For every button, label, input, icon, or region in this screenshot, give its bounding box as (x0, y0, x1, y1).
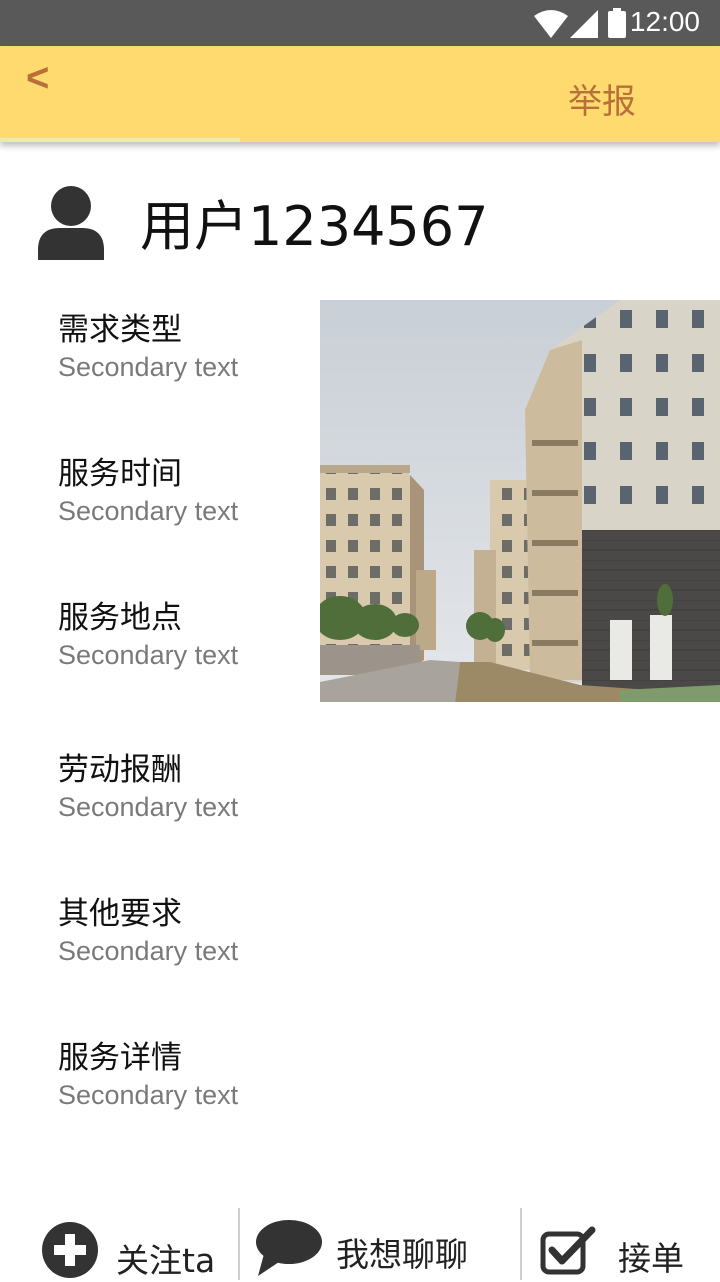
detail-item-demand-type: 需求类型 Secondary text (58, 310, 238, 384)
bottom-action-bar: 关注ta 我想聊聊 接单 (0, 1200, 720, 1280)
report-button[interactable]: 举报 (568, 74, 636, 123)
detail-item-payment: 劳动报酬 Secondary text (58, 750, 238, 824)
username: 用户1234567 (140, 195, 489, 258)
top-app-bar: < 举报 (0, 46, 720, 142)
detail-label: 劳动报酬 (58, 752, 182, 788)
detail-label: 服务详情 (58, 1040, 182, 1076)
detail-value: Secondary text (58, 496, 239, 526)
battery-icon (608, 8, 626, 38)
back-button[interactable]: < (26, 56, 49, 101)
detail-label: 服务地点 (58, 600, 182, 636)
chat-button[interactable]: 我想聊聊 (240, 1200, 520, 1280)
detail-value: Secondary text (58, 352, 239, 382)
follow-label: 关注ta (116, 1241, 216, 1280)
speech-bubble-icon (256, 1220, 322, 1276)
person-icon (38, 186, 104, 260)
detail-item-service-time: 服务时间 Secondary text (58, 454, 238, 528)
detail-item-service-details: 服务详情 Secondary text (58, 1038, 238, 1112)
detail-label: 需求类型 (58, 312, 182, 348)
apartment-photo-image (320, 300, 720, 702)
status-time: 12:00 (629, 6, 700, 37)
detail-value: Secondary text (58, 936, 239, 966)
checkbox-icon (540, 1226, 596, 1275)
accept-order-button[interactable]: 接单 (522, 1200, 720, 1280)
plus-circle-icon (42, 1222, 98, 1278)
detail-value: Secondary text (58, 1080, 239, 1110)
detail-label: 其他要求 (58, 896, 182, 932)
detail-value: Secondary text (58, 792, 239, 822)
wifi-icon (534, 10, 568, 38)
detail-item-service-location: 服务地点 Secondary text (58, 598, 238, 672)
accept-order-label: 接单 (618, 1239, 684, 1278)
signal-icon (570, 10, 598, 38)
detail-item-other-requirements: 其他要求 Secondary text (58, 894, 238, 968)
service-photo[interactable] (320, 300, 720, 702)
detail-label: 服务时间 (58, 456, 182, 492)
status-bar: 12:00 (0, 0, 720, 46)
detail-value: Secondary text (58, 640, 239, 670)
tab-indicator (0, 138, 240, 142)
chat-label: 我想聊聊 (336, 1235, 468, 1274)
follow-button[interactable]: 关注ta (0, 1200, 238, 1280)
